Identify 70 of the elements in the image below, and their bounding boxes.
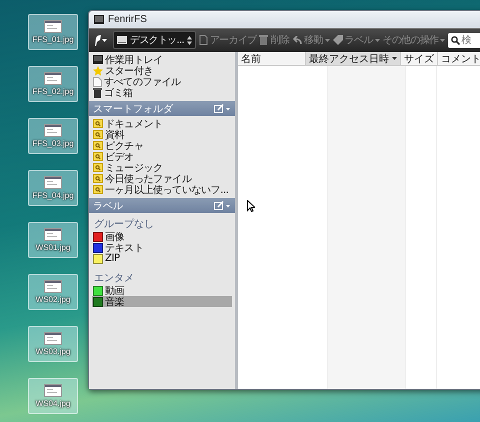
edit-icon[interactable] — [214, 201, 231, 210]
caret-icon — [374, 38, 380, 42]
smart-folder-item[interactable]: ピクチャ — [92, 140, 144, 151]
file-name: FFS_03.jpg — [32, 139, 74, 148]
image-thumbnail-icon — [44, 280, 62, 293]
column-header[interactable]: サイズ — [401, 52, 438, 65]
drive-icon — [117, 36, 127, 44]
label-group-name: エンタメ — [93, 272, 135, 285]
image-thumbnail-icon — [44, 384, 62, 397]
location-dropdown[interactable]: デスクトッ... — [113, 31, 196, 49]
image-thumbnail-icon — [44, 72, 62, 85]
curved-arrow-icon — [292, 36, 302, 44]
smart-folder-item[interactable]: 資料 — [92, 129, 126, 140]
smart-folder-icon — [93, 174, 103, 183]
image-thumbnail-icon — [44, 228, 62, 241]
file-name: WS03.jpg — [36, 347, 70, 356]
column-header[interactable]: 最終アクセス日時 — [306, 52, 401, 65]
caret-icon — [102, 38, 107, 42]
caret-icon — [440, 38, 446, 42]
file-name: WS01.jpg — [36, 243, 70, 252]
file-name: FFS_01.jpg — [32, 35, 74, 44]
sidebar-item[interactable]: すべてのファイル — [92, 76, 182, 87]
smart-folder-icon — [93, 130, 103, 139]
caret-icon — [324, 38, 330, 42]
column-header[interactable]: コメント — [438, 52, 480, 65]
trash-icon — [93, 88, 102, 98]
smart-folder-item[interactable]: ビデオ — [92, 151, 135, 162]
smart-folder-item[interactable]: ミュージック — [92, 162, 164, 173]
smart-folder-item[interactable]: ドキュメント — [92, 118, 164, 129]
file-name: FFS_04.jpg — [32, 191, 74, 200]
sidebar-item[interactable]: 作業用トレイ — [92, 54, 164, 65]
smart-folder-icon — [93, 141, 103, 150]
section-title: スマートフォルダ — [93, 102, 173, 116]
sidebar-item[interactable]: スター付き — [92, 65, 154, 76]
smart-folder-item[interactable]: 一ヶ月以上使っていないフ... — [92, 184, 230, 195]
app-icon — [94, 15, 104, 24]
image-thumbnail-icon — [44, 20, 62, 33]
window-title: FenrirFS — [108, 14, 147, 25]
file-name: WS02.jpg — [36, 295, 70, 304]
label-item[interactable]: 動画 — [92, 285, 126, 296]
search-icon — [451, 36, 460, 44]
label-item[interactable]: 画像 — [92, 231, 126, 242]
label-item[interactable]: ZIP — [92, 253, 121, 264]
smart-folder-icon — [93, 185, 103, 194]
image-thumbnail-icon — [44, 332, 62, 345]
image-thumbnail-icon — [44, 176, 62, 189]
smart-folder-icon — [93, 152, 103, 161]
smart-folder-item[interactable]: 今日使ったファイル — [92, 173, 192, 184]
sidebar-item[interactable]: ゴミ箱 — [92, 87, 134, 98]
image-thumbnail-icon — [44, 124, 62, 137]
caret-icon — [392, 57, 397, 60]
smart-folder-icon — [93, 163, 103, 172]
label-item[interactable]: テキスト — [92, 242, 144, 253]
mouse-pointer-icon — [247, 200, 255, 212]
smart-folder-icon — [93, 119, 103, 128]
star-icon — [93, 66, 103, 76]
tag-icon — [332, 35, 343, 45]
edit-icon[interactable] — [214, 104, 231, 113]
leaf-icon — [94, 34, 101, 46]
file-name: FFS_02.jpg — [32, 87, 74, 96]
spinner-arrows-icon — [186, 36, 192, 44]
label-group-name: グループなし — [93, 218, 155, 231]
file-name: WS04.jpg — [36, 399, 70, 408]
search-field[interactable]: 検 — [448, 32, 480, 48]
file-icon — [93, 76, 102, 86]
tray-icon — [93, 55, 103, 64]
section-title: ラベル — [93, 200, 123, 212]
trash-icon — [259, 35, 268, 45]
document-icon — [198, 35, 208, 45]
label-item[interactable]: 音楽 — [92, 296, 232, 307]
